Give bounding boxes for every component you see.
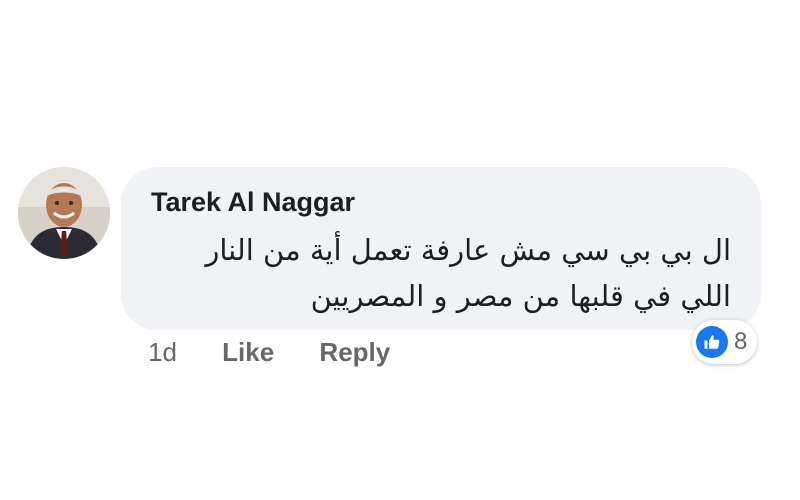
comment-text-line: اللي في قلبها من مصر و المصريين	[310, 279, 731, 313]
comment-actions: 1d Like Reply	[148, 337, 390, 368]
comment-timestamp[interactable]: 1d	[148, 337, 177, 368]
comment: Tarek Al Naggar ال بي بي سي مش عارفة تعم…	[0, 0, 800, 500]
reaction-count: 8	[734, 328, 748, 355]
reply-button[interactable]: Reply	[319, 337, 390, 368]
comment-text-line: ال بي بي سي مش عارفة تعمل أية من النار	[205, 233, 731, 267]
comment-author[interactable]: Tarek Al Naggar	[151, 187, 355, 218]
comment-text: ال بي بي سي مش عارفة تعمل أية من النار ا…	[131, 227, 731, 319]
like-button[interactable]: Like	[222, 337, 274, 368]
thumbs-up-icon	[696, 326, 728, 358]
avatar[interactable]	[18, 167, 110, 259]
reaction-summary[interactable]: 8	[692, 320, 758, 364]
comment-bubble: Tarek Al Naggar ال بي بي سي مش عارفة تعم…	[121, 167, 761, 330]
